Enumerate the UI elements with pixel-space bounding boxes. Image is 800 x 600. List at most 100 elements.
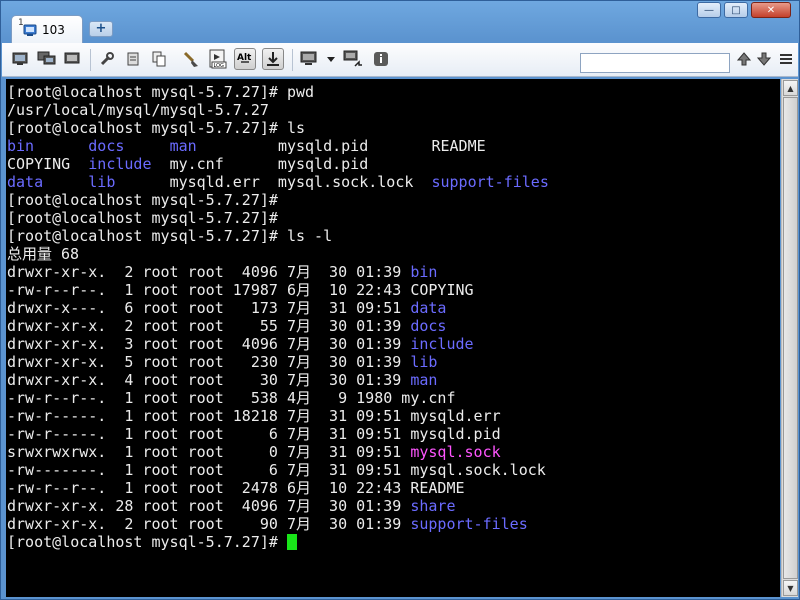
close-icon: ✕ xyxy=(766,4,776,16)
session-icon xyxy=(22,22,38,38)
terminal-line: /usr/local/mysql/mysql-5.7.27 xyxy=(7,101,780,119)
terminal-text: drwxr-xr-x. 3 root root 4096 7月 30 01:39 xyxy=(7,335,411,353)
close-button[interactable]: ✕ xyxy=(751,2,791,18)
terminal-text: docs xyxy=(410,317,447,335)
clear-button[interactable] xyxy=(180,48,202,70)
scrollbar-thumb[interactable] xyxy=(783,97,798,579)
duplicate-session-button[interactable] xyxy=(36,48,58,70)
terminal-text: drwxr-xr-x. 5 root root 230 7月 30 01:39 xyxy=(7,353,411,371)
terminal-line: [root@localhost mysql-5.7.27]# xyxy=(7,191,780,209)
scroll-down-icon: ▼ xyxy=(787,583,794,593)
menu-button[interactable] xyxy=(775,48,797,70)
search-up-button[interactable] xyxy=(733,48,755,70)
properties-button[interactable] xyxy=(122,48,144,70)
scroll-down-button[interactable]: ▼ xyxy=(783,580,798,596)
terminal-text: data xyxy=(7,173,89,191)
alt-key-button[interactable]: Alt xyxy=(234,48,256,70)
alt-key-icon: Alt xyxy=(237,53,252,63)
terminal-line: data lib mysqld.err mysql.sock.lock supp… xyxy=(7,173,780,191)
copy-button[interactable] xyxy=(148,48,170,70)
terminal-line: -rw-r--r--. 1 root root 538 4月 9 1980 my… xyxy=(7,389,780,407)
sessions-button[interactable] xyxy=(62,48,84,70)
new-tab-button[interactable]: + xyxy=(89,21,113,37)
terminal-cursor xyxy=(286,534,297,550)
scroll-up-button[interactable]: ▲ xyxy=(783,80,798,96)
log-icon: LOG xyxy=(209,49,227,69)
terminal-text: -rw-r--r--. 1 root root 17987 6月 10 22:4… xyxy=(7,281,474,299)
title-bar: 1 103 + — □ ✕ xyxy=(1,1,799,43)
window-controls: — □ ✕ xyxy=(697,2,791,18)
terminal-text: data xyxy=(410,299,447,317)
terminal-text: -rw-r-----. 1 root root 18218 7月 31 09:5… xyxy=(7,407,501,425)
terminal-text: include xyxy=(88,155,170,173)
terminal-text: man xyxy=(410,371,438,389)
terminal-line: drwxr-xr-x. 4 root root 30 7月 30 01:39 m… xyxy=(7,371,780,389)
terminal-text: mysqld.pid README xyxy=(277,137,486,155)
terminal-line: [root@localhost mysql-5.7.27]# xyxy=(7,209,780,227)
terminal-line: -rw-r--r--. 1 root root 2478 6月 10 22:43… xyxy=(7,479,780,497)
terminal-text: bin xyxy=(7,137,89,155)
terminal-text: /usr/local/mysql/mysql-5.7.27 xyxy=(7,101,269,119)
terminal-text: [root@localhost mysql-5.7.27]# ls -l xyxy=(7,227,333,245)
monitor-menu-button[interactable] xyxy=(320,48,342,70)
terminal-text: -rw-------. 1 root root 6 7月 31 09:51 my… xyxy=(7,461,546,479)
info-icon xyxy=(374,52,388,66)
terminal-line: drwxr-xr-x. 2 root root 4096 7月 30 01:39… xyxy=(7,263,780,281)
terminal-line: drwxr-xr-x. 2 root root 90 7月 30 01:39 s… xyxy=(7,515,780,533)
terminal-text: lib xyxy=(410,353,438,371)
tools-icon xyxy=(100,52,114,66)
tools-button[interactable] xyxy=(96,48,118,70)
terminal-text: drwxr-x---. 6 root root 173 7月 31 09:51 xyxy=(7,299,411,317)
vertical-scrollbar[interactable]: ▲ ▼ xyxy=(781,79,798,597)
terminal-text: my.cnf mysqld.pid xyxy=(169,155,378,173)
terminal-text: drwxr-xr-x. 4 root root 30 7月 30 01:39 xyxy=(7,371,411,389)
properties-icon xyxy=(127,52,139,66)
terminal-line: srwxrwxrwx. 1 root root 0 7月 31 09:51 my… xyxy=(7,443,780,461)
terminal-text: mysql.sock xyxy=(410,443,501,461)
download-button[interactable] xyxy=(262,48,284,70)
tab-title: 103 xyxy=(42,22,65,37)
terminal-text: lib xyxy=(88,173,170,191)
terminal-text: -rw-r--r--. 1 root root 2478 6月 10 22:43… xyxy=(7,479,465,497)
session-tab[interactable]: 1 103 xyxy=(11,15,83,43)
terminal-text: drwxr-xr-x. 2 root root 55 7月 30 01:39 xyxy=(7,317,411,335)
terminal-text: COPYING xyxy=(7,155,89,173)
terminal-line: -rw-r--r--. 1 root root 17987 6月 10 22:4… xyxy=(7,281,780,299)
maximize-button[interactable]: □ xyxy=(724,2,748,18)
terminal-line: 总用量 68 xyxy=(7,245,780,263)
info-button[interactable] xyxy=(370,48,392,70)
terminal-window: 1 103 + — □ ✕ LOG Alt [root@localhost my… xyxy=(0,0,800,600)
terminal-text: docs xyxy=(88,137,170,155)
terminal-output[interactable]: [root@localhost mysql-5.7.27]# pwd/usr/l… xyxy=(6,79,780,597)
terminal-line: -rw-------. 1 root root 6 7月 31 09:51 my… xyxy=(7,461,780,479)
terminal-text: include xyxy=(410,335,474,353)
download-icon xyxy=(267,52,279,66)
copy-icon xyxy=(152,51,166,67)
monitor-button[interactable] xyxy=(298,48,320,70)
maximize-icon: □ xyxy=(731,4,741,16)
terminal-line: [root@localhost mysql-5.7.27]# ls xyxy=(7,119,780,137)
terminal-text: -rw-r-----. 1 root root 6 7月 31 09:51 my… xyxy=(7,425,501,443)
search-input[interactable] xyxy=(580,53,730,73)
monitor-icon xyxy=(300,51,317,65)
minimize-button[interactable]: — xyxy=(697,2,721,18)
sessions-icon xyxy=(64,52,80,64)
new-session-button[interactable] xyxy=(10,48,32,70)
search-down-button[interactable] xyxy=(753,48,775,70)
tab-number: 1 xyxy=(18,18,24,28)
terminal-text: support-files xyxy=(410,515,528,533)
terminal-text: [root@localhost mysql-5.7.27]# xyxy=(7,209,278,227)
terminal-line: [root@localhost mysql-5.7.27]# ls -l xyxy=(7,227,780,245)
log-button[interactable]: LOG xyxy=(207,48,229,70)
terminal-line: [root@localhost mysql-5.7.27]# xyxy=(7,533,780,551)
terminal-line: drwxr-xr-x. 3 root root 4096 7月 30 01:39… xyxy=(7,335,780,353)
search-down-icon xyxy=(757,52,771,66)
terminal-text: [root@localhost mysql-5.7.27]# xyxy=(7,191,278,209)
chevron-down-icon xyxy=(327,57,335,62)
transfer-button[interactable] xyxy=(342,48,364,70)
new-session-icon xyxy=(12,52,28,65)
terminal-text: bin xyxy=(410,263,438,281)
terminal-text: [root@localhost mysql-5.7.27]# xyxy=(7,533,287,551)
terminal-text: drwxr-xr-x. 2 root root 90 7月 30 01:39 xyxy=(7,515,411,533)
terminal-line: [root@localhost mysql-5.7.27]# pwd xyxy=(7,83,780,101)
